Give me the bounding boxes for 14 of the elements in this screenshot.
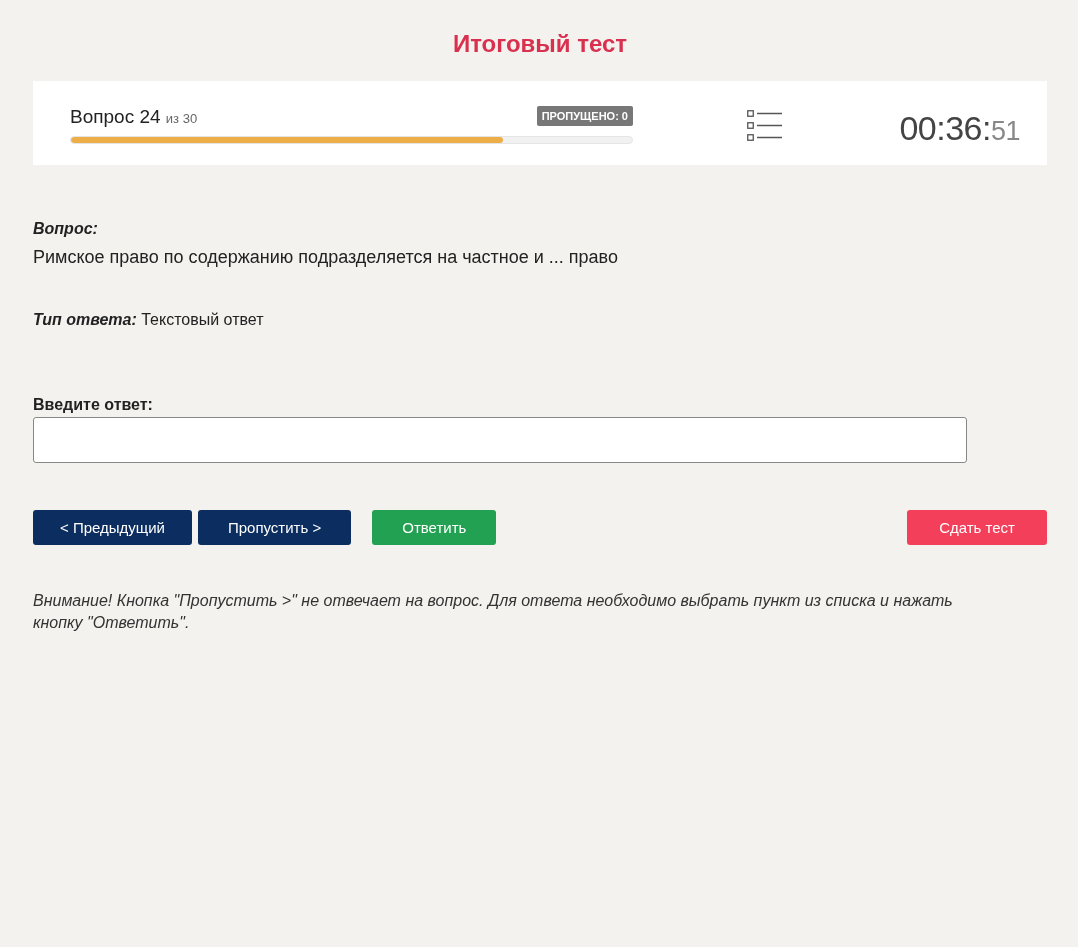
nav-button[interactable]: Пропустить > [197, 510, 352, 545]
question-label: Вопрос: [33, 219, 99, 239]
question-counter: Вопрос 24 из 30 [70, 106, 198, 129]
page-title: Итоговый тест [451, 29, 629, 59]
skipped-badge: ПРОПУЩЕНО: 0 [536, 106, 633, 126]
question-list-icon[interactable] [747, 109, 782, 141]
nav-button[interactable]: < Предыдущий [33, 510, 192, 545]
finish-test-button[interactable]: Сдать тест [907, 510, 1047, 545]
question-text: Римское право по содержанию подразделяется на частное и ... право [33, 246, 619, 269]
answer-label: Введите ответ: [33, 395, 154, 415]
answer-type: Тип ответа: Текстовый ответ [33, 310, 265, 330]
answer-input-field[interactable] [33, 417, 967, 463]
timer: 00:36:51 [898, 108, 1020, 148]
warning-notice: Внимание! Кнопка "Пропустить >" не отвечает на вопрос. Для ответа необходимо выбрать пункт из списка и нажать кнопку "Ответить". [33, 591, 954, 633]
